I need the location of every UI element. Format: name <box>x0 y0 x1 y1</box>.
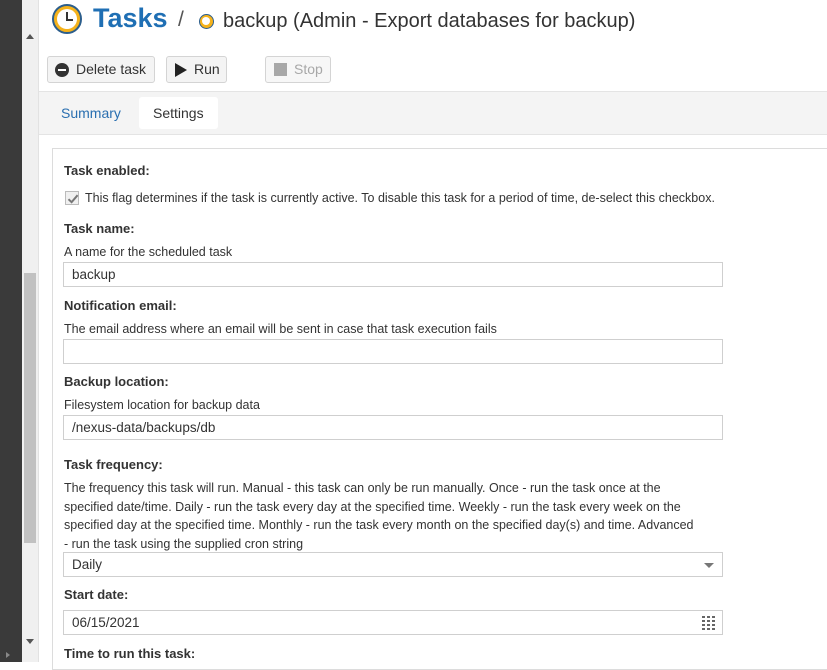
chevron-down-icon <box>704 563 714 568</box>
scrollbar-thumb[interactable] <box>24 273 36 543</box>
task-frequency-description: The frequency this task will run. Manual… <box>64 481 694 551</box>
calendar-icon[interactable] <box>702 616 718 630</box>
task-enabled-label: Task enabled: <box>64 163 150 178</box>
start-date-label: Start date: <box>64 587 129 602</box>
tab-summary[interactable]: Summary <box>47 97 135 129</box>
clock-icon <box>199 14 214 29</box>
scroll-right-icon[interactable] <box>6 652 10 658</box>
page-title[interactable]: Tasks <box>93 3 168 34</box>
page-header: Tasks / backup (Admin - Export databases… <box>39 0 827 48</box>
time-to-run-label: Time to run this task: <box>64 646 196 661</box>
stop-icon <box>274 63 287 76</box>
tab-bar: Summary Settings <box>39 91 827 135</box>
clock-icon <box>52 4 82 34</box>
start-date-input[interactable]: 06/15/2021 <box>63 610 723 635</box>
task-enabled-checkbox[interactable] <box>65 191 79 205</box>
run-label: Run <box>194 61 220 77</box>
notification-email-label: Notification email: <box>64 298 177 313</box>
notification-email-input[interactable] <box>63 339 723 364</box>
play-icon <box>175 63 187 77</box>
vertical-scrollbar[interactable] <box>22 0 38 662</box>
breadcrumb-separator: / <box>178 8 184 31</box>
task-frequency-label: Task frequency: <box>64 457 163 472</box>
task-frequency-select[interactable]: Daily <box>63 552 723 577</box>
task-name-input[interactable]: backup <box>63 262 723 287</box>
run-button[interactable]: Run <box>166 56 227 83</box>
stop-button[interactable]: Stop <box>265 56 331 83</box>
backup-location-description: Filesystem location for backup data <box>64 398 260 412</box>
breadcrumb-current: backup (Admin - Export databases for bac… <box>223 10 636 32</box>
task-enabled-description: This flag determines if the task is curr… <box>85 191 715 205</box>
sidebar-edge <box>0 0 22 662</box>
minus-circle-icon <box>55 63 69 77</box>
stop-label: Stop <box>294 61 323 77</box>
tab-settings[interactable]: Settings <box>139 97 218 129</box>
check-icon <box>67 194 79 204</box>
backup-location-label: Backup location: <box>64 374 169 389</box>
scroll-down-icon[interactable] <box>26 639 34 644</box>
delete-task-label: Delete task <box>76 61 147 77</box>
scroll-up-icon[interactable] <box>26 34 34 39</box>
backup-location-input[interactable]: /nexus-data/backups/db <box>63 415 723 440</box>
settings-form: Task enabled: This flag determines if th… <box>52 148 827 670</box>
task-name-label: Task name: <box>64 221 135 236</box>
left-sidebar-strip <box>0 0 39 662</box>
delete-task-button[interactable]: Delete task <box>47 56 155 83</box>
notification-email-description: The email address where an email will be… <box>64 322 497 336</box>
start-date-value: 06/15/2021 <box>72 615 140 630</box>
task-name-description: A name for the scheduled task <box>64 245 233 259</box>
task-frequency-value: Daily <box>72 557 103 572</box>
